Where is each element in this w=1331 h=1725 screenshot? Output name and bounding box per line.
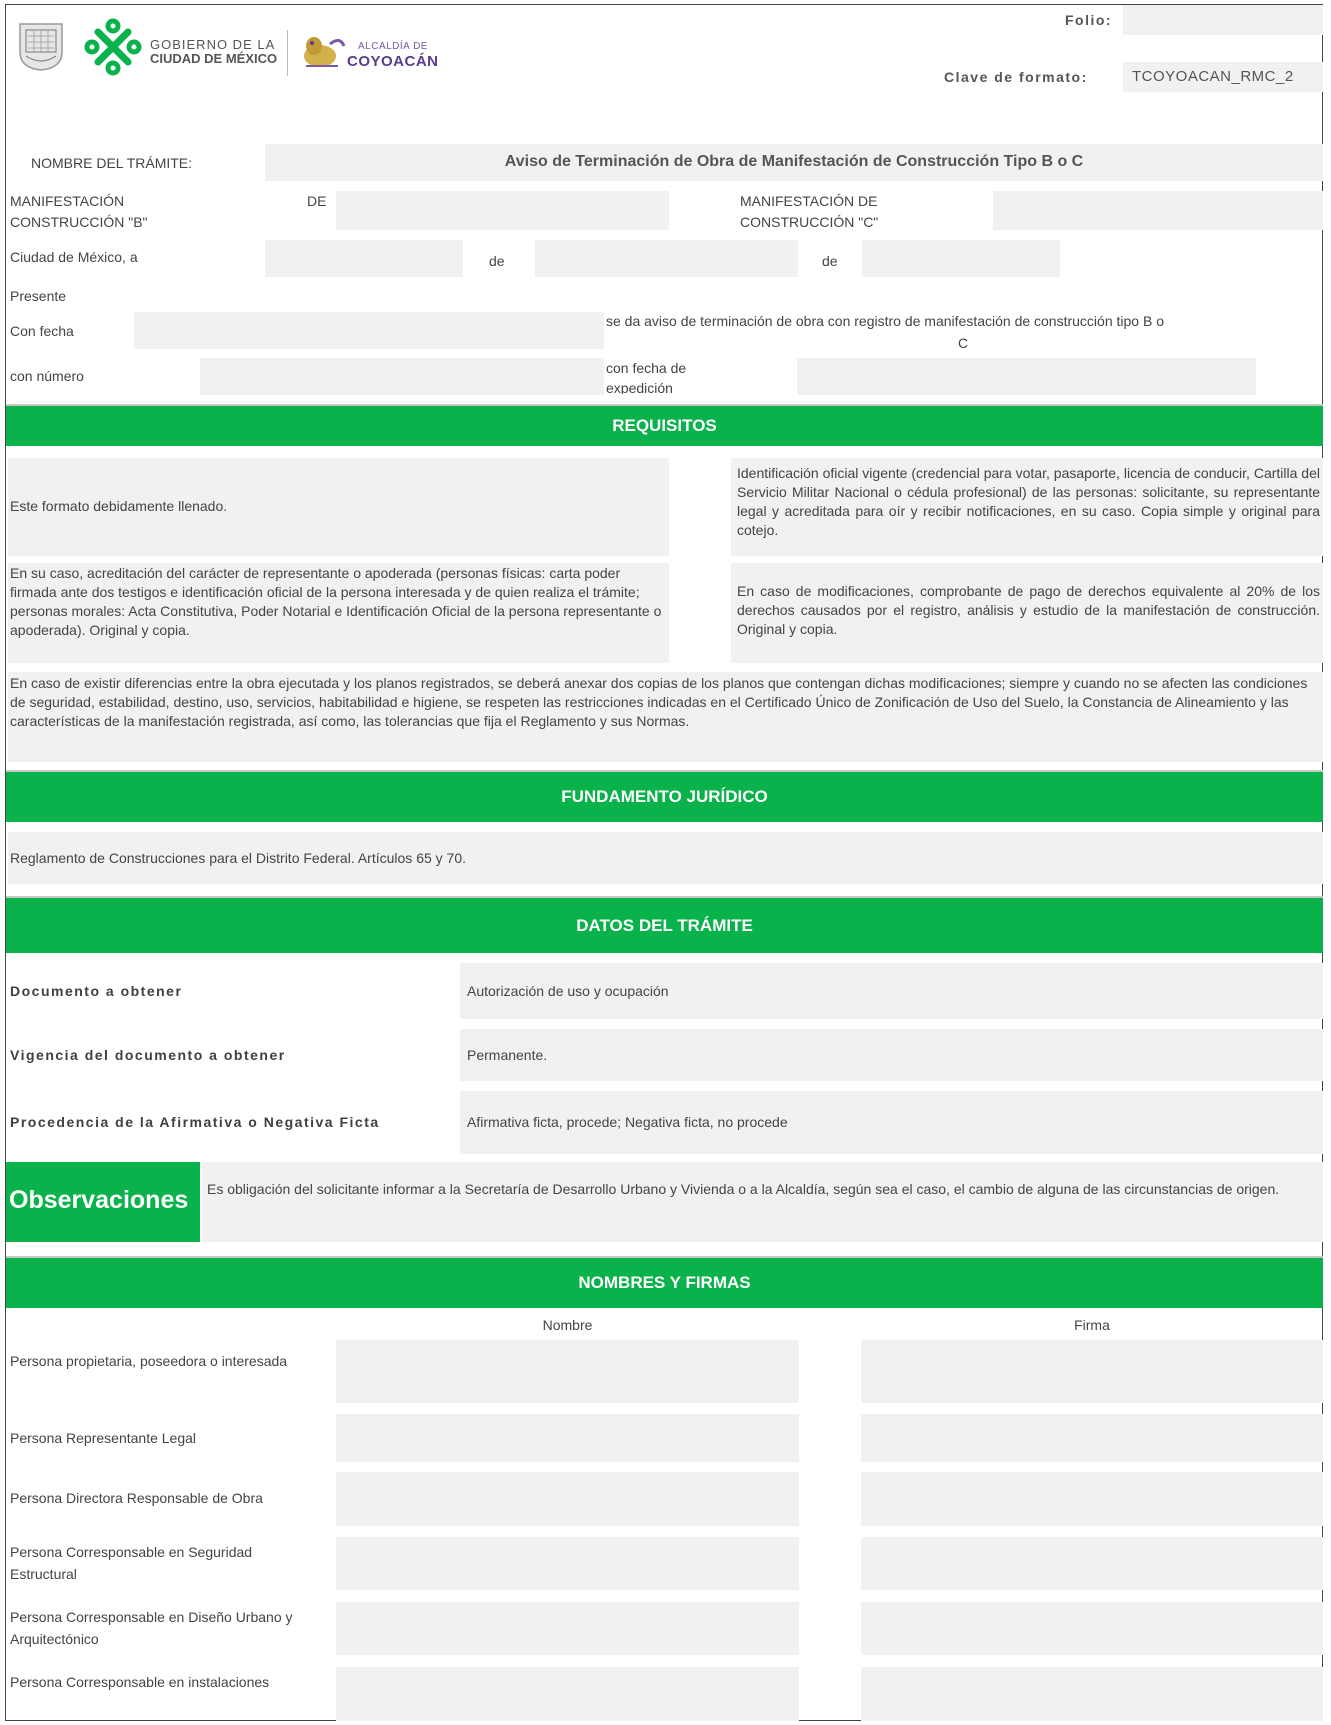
presente-label: Presente xyxy=(10,288,67,304)
gov-name-line2: CIUDAD DE MÉXICO xyxy=(150,51,278,66)
manif-c-label-2: CONSTRUCCIÓN "C" xyxy=(740,214,879,230)
requisito-4-text: En caso de modificaciones, comprobante d… xyxy=(737,583,1320,637)
col-firma-header: Firma xyxy=(1074,1317,1110,1333)
fundamento-header: FUNDAMENTO JURÍDICO xyxy=(6,772,1323,822)
fecha-expedicion-label-1: con fecha de xyxy=(606,360,687,376)
con-fecha-field[interactable] xyxy=(134,312,604,349)
fundamento-text: Reglamento de Construcciones para el Dis… xyxy=(10,850,467,866)
observaciones-box xyxy=(202,1162,1323,1242)
fecha-expedicion-label-2: expedición xyxy=(606,380,673,394)
observaciones-label: Observaciones xyxy=(9,1186,189,1214)
fecha-expedicion-field[interactable] xyxy=(797,358,1256,395)
requisito-3-text: En su caso, acreditación del carácter de… xyxy=(10,565,662,638)
vigencia-label: Vigencia del documento a obtener xyxy=(10,1047,286,1063)
clave-field[interactable]: TCOYOACAN_RMC_2 xyxy=(1123,62,1323,92)
nombre-tramite-field: Aviso de Terminación de Obra de Manifest… xyxy=(265,144,1323,181)
ciudad-label: Ciudad de México, a xyxy=(10,249,138,265)
con-numero-label: con número xyxy=(10,368,84,384)
vigencia-value: Permanente. xyxy=(467,1047,548,1063)
col-nombre-header: Nombre xyxy=(542,1317,593,1333)
nombre-field[interactable] xyxy=(336,1472,799,1526)
de-label-1: de xyxy=(489,253,505,269)
firma-row-label: Persona Corresponsable en Seguridad Estr… xyxy=(10,1544,253,1582)
folio-field[interactable] xyxy=(1123,5,1323,35)
requisito-5-text: En caso de existir diferencias entre la … xyxy=(10,675,1308,729)
manif-b-label-1: MANIFESTACIÓN xyxy=(10,193,125,209)
manif-b-label-de: DE xyxy=(307,193,327,209)
firmas-header: NOMBRES Y FIRMAS xyxy=(6,1258,1323,1308)
alcaldia-small-text: ALCALDÍA DE xyxy=(358,41,428,52)
firma-row-label: Persona propietaria, poseedora o interes… xyxy=(10,1353,288,1369)
nombre-field[interactable] xyxy=(336,1414,799,1462)
alcaldia-name: COYOACÁN xyxy=(347,53,439,70)
requisito-2-text: Identificación oficial vigente (credenci… xyxy=(737,465,1320,538)
nombre-field[interactable] xyxy=(336,1340,799,1403)
firma-row-label: Persona Corresponsable en instalaciones xyxy=(10,1674,270,1690)
firma-row-label: Persona Representante Legal xyxy=(10,1430,197,1446)
procedencia-value: Afirmativa ficta, procede; Negativa fict… xyxy=(467,1114,788,1130)
aviso-text-2: C xyxy=(958,335,969,351)
clave-label: Clave de formato: xyxy=(944,69,1088,85)
firma-field[interactable] xyxy=(861,1472,1323,1526)
manif-c-field[interactable] xyxy=(993,191,1323,230)
nombre-field[interactable] xyxy=(336,1602,799,1655)
vigencia-field xyxy=(460,1029,1323,1081)
de-label-2: de xyxy=(822,253,838,269)
cdmx-logo-icon xyxy=(84,18,142,76)
fecha-anio-field[interactable] xyxy=(862,240,1060,277)
firma-field[interactable] xyxy=(861,1414,1323,1462)
documento-value: Autorización de uso y ocupación xyxy=(467,983,669,999)
firma-row-label: Persona Corresponsable en Diseño Urbano … xyxy=(10,1609,293,1647)
observaciones-text: Es obligación del solicitante informar a… xyxy=(207,1181,1280,1197)
gov-name-line1: GOBIERNO DE LA xyxy=(150,37,276,52)
con-fecha-label: Con fecha xyxy=(10,323,74,339)
manif-b-label-2: CONSTRUCCIÓN "B" xyxy=(10,214,148,230)
nombre-tramite-value: Aviso de Terminación de Obra de Manifest… xyxy=(504,153,1084,170)
requisito-1-text: Este formato debidamente llenado. xyxy=(10,498,228,514)
procedencia-label: Procedencia de la Afirmativa o Negativa … xyxy=(10,1114,380,1130)
firma-field[interactable] xyxy=(861,1667,1323,1721)
nombre-field[interactable] xyxy=(336,1667,799,1721)
coat-of-arms-logo xyxy=(18,22,64,72)
firma-field[interactable] xyxy=(861,1537,1323,1590)
con-numero-field[interactable] xyxy=(200,358,604,395)
nombre-field[interactable] xyxy=(336,1537,799,1590)
firma-row-label: Persona Directora Responsable de Obra xyxy=(10,1490,263,1506)
clave-value: TCOYOACAN_RMC_2 xyxy=(1132,68,1294,85)
aviso-text-1: se da aviso de terminación de obra con r… xyxy=(606,313,1164,329)
manif-c-label-1: MANIFESTACIÓN DE xyxy=(740,193,878,209)
fecha-dia-field[interactable] xyxy=(265,240,463,277)
manif-b-field[interactable] xyxy=(336,191,669,230)
nombre-tramite-label: NOMBRE DEL TRÁMITE: xyxy=(31,155,193,171)
datos-header: DATOS DEL TRÁMITE xyxy=(6,898,1323,953)
firma-field[interactable] xyxy=(861,1340,1323,1403)
requisitos-header: REQUISITOS xyxy=(6,406,1323,446)
documento-label: Documento a obtener xyxy=(10,983,183,999)
folio-label: Folio: xyxy=(1065,12,1113,28)
coyoacan-logo-icon xyxy=(300,30,348,72)
firma-field[interactable] xyxy=(861,1602,1323,1655)
header-divider xyxy=(287,30,288,76)
fecha-mes-field[interactable] xyxy=(535,240,798,277)
